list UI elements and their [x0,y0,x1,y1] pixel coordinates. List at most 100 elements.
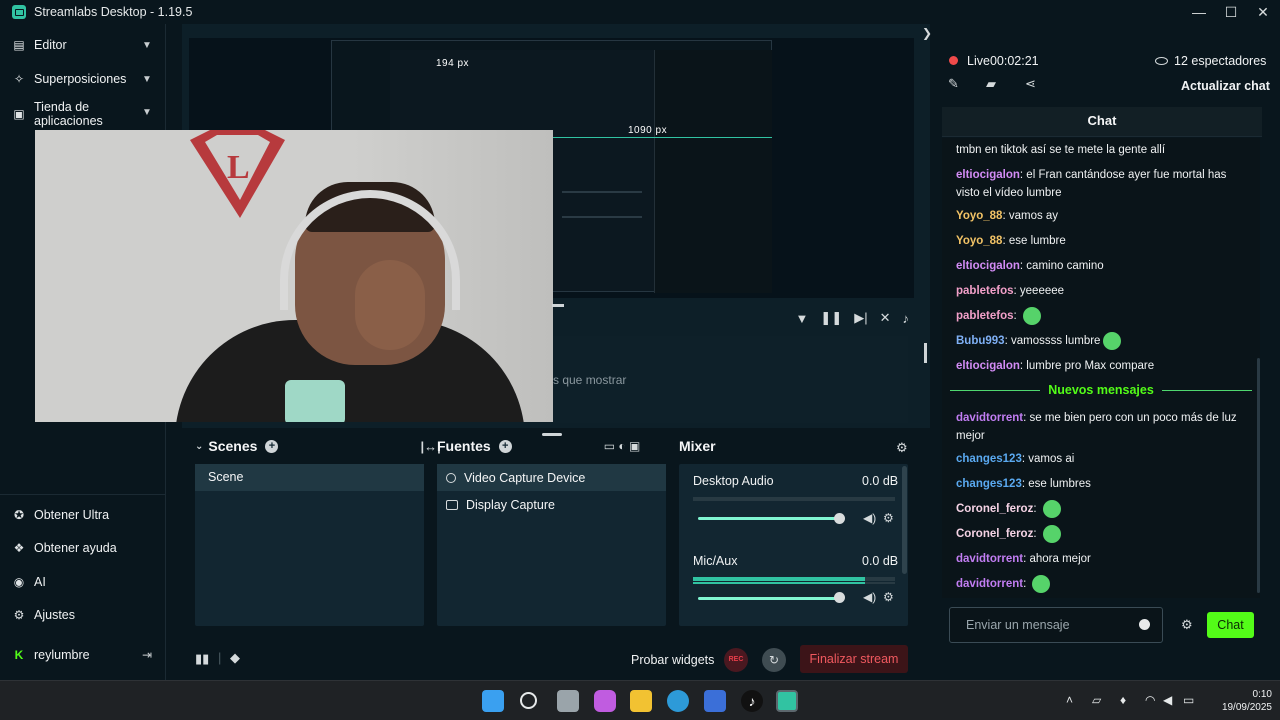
sidebar-item-ai[interactable]: ◉ AI [12,575,46,589]
camera-switch-icon[interactable]: ▰ [986,76,996,92]
emote-icon [1032,575,1051,593]
chat-send-button[interactable]: Chat [1207,612,1254,638]
source-label: Display Capture [466,497,555,512]
pause-icon[interactable]: ❚❚ [820,310,842,326]
maximize-button[interactable]: ☐ [1224,4,1238,21]
chat-message: pabletefos: yeeeeee [956,282,1252,300]
desktop-audio-volume-slider[interactable] [698,517,838,520]
add-source-button[interactable]: + [498,439,512,453]
chat-message-input[interactable] [950,608,1130,642]
file-explorer-icon[interactable] [630,690,652,712]
logout-icon[interactable]: ⇥ [142,648,152,662]
chat-username[interactable]: davidtorrent [956,578,1023,590]
chat-username[interactable]: Coronel_feroz [956,503,1033,515]
store-icon[interactable] [704,690,726,712]
chat-username[interactable]: davidtorrent [956,553,1023,565]
mixer-scrollbar[interactable] [902,466,907,574]
eye-icon: ◉ [13,575,25,589]
sidebar-item-user[interactable]: K reylumbre ⇥ [12,648,152,662]
nested-titlebar [332,41,771,50]
sidebar-divider [0,494,166,495]
chat-input-box[interactable] [949,607,1163,643]
copilot-icon[interactable] [594,690,616,712]
stats-icon[interactable]: ▮▮ [195,651,209,667]
mic-volume-knob[interactable] [834,592,845,603]
add-scene-button[interactable]: + [265,439,279,453]
chat-username[interactable]: changes123 [956,478,1022,490]
streamlabs-taskbar-icon[interactable] [776,690,798,712]
chat-username[interactable]: Bubu993 [956,335,1005,347]
chat-message: tmbn en tiktok así se te mete la gente a… [956,141,1252,159]
viewer-count: 12 espectadores [1155,54,1266,68]
mic-volume-slider[interactable] [698,597,838,600]
chat-username[interactable]: eltiocigalon [956,360,1020,372]
sidebar-item-overlays[interactable]: ✧ Superposiciones ▼ [12,72,152,86]
test-widgets-button[interactable]: Probar widgets [631,653,714,667]
chat-username[interactable]: eltiocigalon [956,260,1020,272]
chat-username[interactable]: changes123 [956,453,1022,465]
chat-username[interactable]: Yoyo_88 [956,210,1002,222]
pencil-icon[interactable]: ✎ [948,76,959,92]
chat-username[interactable]: pabletefos [956,310,1014,322]
edge-icon[interactable] [667,690,689,712]
source-item-display-capture[interactable]: Display Capture [437,491,666,518]
source-item-video-capture[interactable]: Video Capture Device [437,464,666,491]
battery-icon[interactable]: ▭ [1183,693,1194,707]
chat-settings-gear-icon[interactable]: ⚙ [1181,617,1193,633]
close-button[interactable]: ✕ [1256,4,1270,21]
mixer-settings-gear-icon[interactable]: ⚙ [896,440,908,456]
chat-scrollbar[interactable] [1257,358,1260,593]
sidebar-item-label: Editor [34,38,67,52]
windows-taskbar: ♪ ˄ ▱ ♦ ◠ ◀ ▭ 0:10 19/09/2025 [0,680,1280,720]
rec-button[interactable]: REC [724,648,748,672]
panel-scroll-handle[interactable] [924,343,927,363]
sidebar-item-editor[interactable]: ▤ Editor ▼ [12,38,152,52]
sidebar-item-get-ultra[interactable]: ✪ Obtener Ultra [12,508,109,522]
speaker-icon[interactable]: ◀) [863,511,876,525]
refresh-chat-button[interactable]: Actualizar chat [1181,79,1270,93]
minimize-button[interactable]: — [1192,4,1206,20]
volume-icon[interactable]: ◀ [1163,693,1172,707]
skip-icon[interactable]: ▶| [854,310,867,326]
tiktok-icon[interactable]: ♪ [741,690,763,712]
volume-icon[interactable]: ♪ [903,311,910,326]
mute-events-icon[interactable]: ✕ [880,310,891,326]
collapse-icon[interactable]: ⌄ [195,441,203,452]
share-icon[interactable]: ⋖ [1025,76,1036,92]
editor-icon: ▤ [13,38,25,52]
sidebar-item-help[interactable]: ❖ Obtener ayuda [12,541,117,555]
chat-username[interactable]: Yoyo_88 [956,235,1002,247]
end-stream-button[interactable]: Finalizar stream [800,645,908,673]
desktop-audio-volume-knob[interactable] [834,513,845,524]
emoji-icon[interactable] [1139,619,1150,630]
sidebar-item-settings[interactable]: ⚙ Ajustes [12,608,75,622]
notification-bell-icon[interactable]: ◆ [230,650,240,666]
channel-gear-icon[interactable]: ⚙ [883,590,894,604]
replay-buffer-icon[interactable]: ↻ [762,648,786,672]
chat-username[interactable]: davidtorrent [956,412,1023,424]
wifi-icon[interactable]: ◠ [1145,693,1155,707]
chat-text: lumbre pro Max compare [1026,360,1155,372]
taskbar-clock[interactable]: 0:10 19/09/2025 [1212,688,1272,714]
footer-divider: | [218,650,222,665]
chat-message: pabletefos: [956,307,1252,325]
tray-app-icon[interactable]: ▱ [1092,693,1101,707]
filter-icon[interactable]: ▼ [796,311,809,326]
search-icon[interactable] [520,692,537,709]
chat-username[interactable]: pabletefos [956,285,1014,297]
microphone-icon[interactable]: ♦ [1120,693,1126,707]
scene-item[interactable]: Scene [195,464,424,491]
chat-username[interactable]: eltiocigalon [956,169,1020,181]
chat-text: ahora mejor [1029,553,1091,565]
panel-resize-handle[interactable] [542,433,562,436]
source-icons[interactable]: ▭ ◐ ▣ [604,439,641,453]
windows-start-icon[interactable] [482,690,504,712]
chat-username[interactable]: Coronel_feroz [956,528,1033,540]
collapse-chat-chevron-icon[interactable]: ❯ [922,26,932,40]
tray-chevron-up-icon[interactable]: ˄ [1066,693,1073,707]
speaker-icon[interactable]: ◀) [863,590,876,604]
webcam-source[interactable]: L [35,130,553,422]
sidebar-item-app-store[interactable]: ▣ Tienda de aplicaciones ▼ [12,100,162,128]
task-view-icon[interactable] [557,690,579,712]
channel-gear-icon[interactable]: ⚙ [883,511,894,525]
